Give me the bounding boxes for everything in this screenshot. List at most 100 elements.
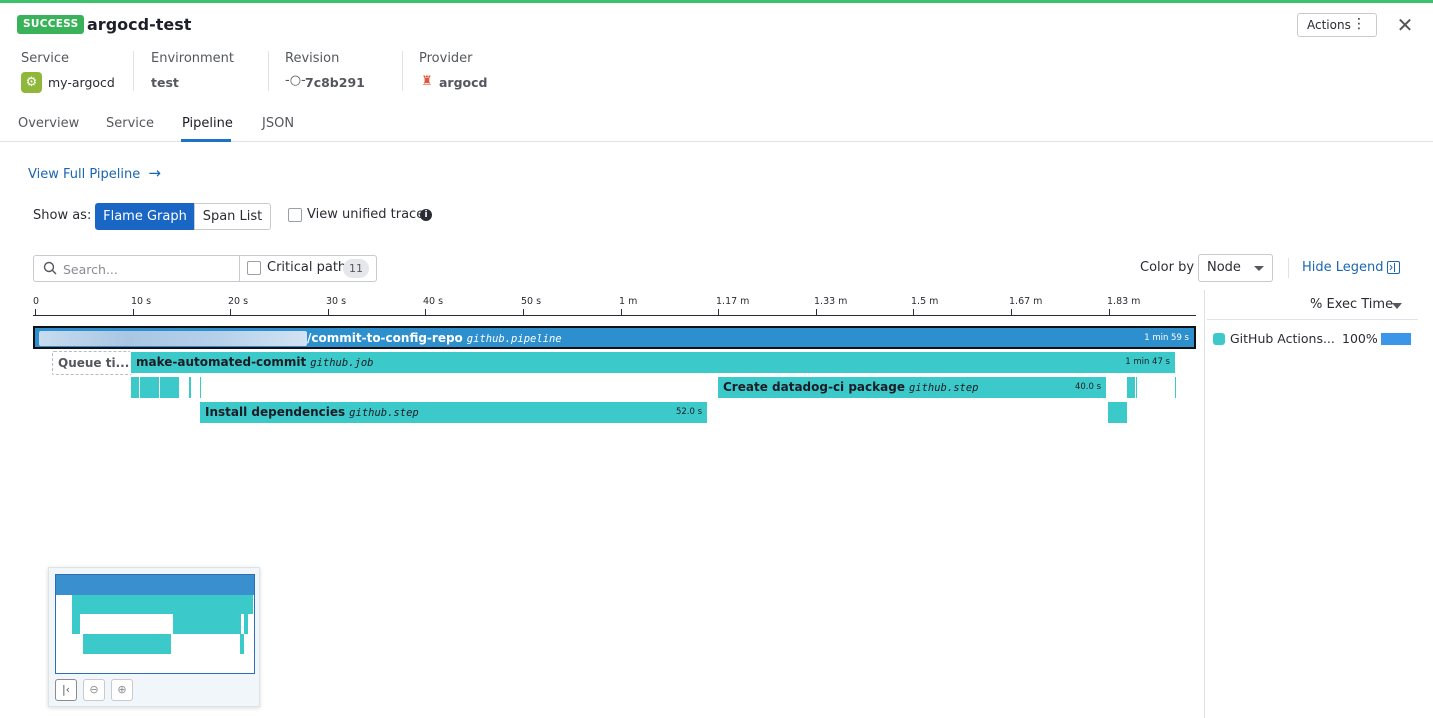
- tab-overview[interactable]: Overview: [18, 116, 79, 131]
- legend-item-percent: 100%: [1342, 331, 1378, 346]
- info-icon[interactable]: i: [420, 209, 432, 221]
- collapse-panel-icon[interactable]: [1387, 261, 1400, 274]
- span-step-small[interactable]: [1174, 376, 1177, 399]
- timeline-tick-label: 1.67 m: [1009, 296, 1043, 307]
- active-tab-indicator: [181, 139, 231, 142]
- timeline-tick: [621, 309, 622, 315]
- flame-graph-toggle[interactable]: Flame Graph: [95, 203, 195, 230]
- span-kind: github.step: [349, 407, 419, 419]
- minimap-step-span: [83, 634, 171, 654]
- timeline-tick: [133, 309, 134, 315]
- critical-path-checkbox[interactable]: [247, 261, 261, 275]
- timeline-tick-label: 1.83 m: [1107, 296, 1141, 307]
- span-create-package[interactable]: Create datadog-ci package github.step 40.…: [717, 376, 1107, 399]
- span-kind: github.pipeline: [466, 333, 562, 345]
- span-step-small[interactable]: [188, 376, 192, 399]
- tab-service[interactable]: Service: [106, 116, 154, 131]
- actions-label: Actions: [1307, 18, 1351, 32]
- hide-legend-link[interactable]: Hide Legend: [1302, 260, 1384, 275]
- span-duration: 1 min 47 s: [1125, 357, 1170, 367]
- minimap-viewport[interactable]: [55, 574, 255, 674]
- timeline-tick: [230, 309, 231, 315]
- span-duration: 52.0 s: [675, 407, 702, 417]
- toolbar-divider: [1288, 258, 1289, 278]
- zoom-in-icon[interactable]: ⊕: [111, 679, 133, 701]
- argocd-icon: ♜: [421, 74, 433, 89]
- span-list-toggle[interactable]: Span List: [194, 203, 271, 230]
- redacted-text: [39, 331, 307, 346]
- legend-sort-header[interactable]: % Exec Time: [1310, 297, 1393, 312]
- search-icon: [43, 261, 57, 275]
- critical-path-label: Critical path: [267, 260, 347, 275]
- span-kind: github.step: [908, 382, 979, 394]
- actions-button[interactable]: Actions ⋮: [1297, 13, 1377, 37]
- timeline-tick: [816, 309, 817, 315]
- span-step-small[interactable]: [139, 376, 160, 399]
- tab-json[interactable]: JSON: [262, 116, 294, 131]
- span-install-dependencies[interactable]: Install dependencies github.step 52.0 s: [199, 401, 708, 424]
- timeline-tick-label: 1 m: [619, 296, 638, 307]
- timeline-tick-label: 20 s: [228, 296, 249, 307]
- span-root[interactable]: /commit-to-config-repo github.pipeline 1 …: [33, 326, 1196, 349]
- timeline-tick-label: 1.33 m: [814, 296, 848, 307]
- timeline-tick-label: 30 s: [326, 296, 347, 307]
- timeline-tick: [913, 309, 914, 315]
- meta-divider: [133, 51, 134, 91]
- timeline-tick: [425, 309, 426, 315]
- timeline-tick: [1011, 309, 1012, 315]
- timeline-tick: [718, 309, 719, 315]
- meta-divider: [268, 51, 269, 91]
- legend-item-name[interactable]: GitHub Actions...: [1230, 331, 1335, 346]
- minimap-step-span: [72, 614, 80, 634]
- timeline-tick-label: 40 s: [423, 296, 444, 307]
- zoom-out-icon[interactable]: ⊖: [83, 679, 105, 701]
- span-duration: 40.0 s: [1074, 382, 1101, 392]
- arrow-right-icon: →: [148, 164, 161, 182]
- search-input[interactable]: [63, 260, 233, 278]
- close-icon[interactable]: ✕: [1396, 14, 1414, 36]
- tab-bar: Overview Service Pipeline JSON: [0, 108, 1433, 142]
- legend-divider: [1207, 319, 1418, 320]
- view-full-pipeline-link[interactable]: View Full Pipeline →: [28, 164, 161, 184]
- provider-label: Provider: [419, 51, 473, 66]
- environment-value: test: [151, 75, 179, 90]
- tab-pipeline[interactable]: Pipeline: [182, 116, 233, 131]
- minimap-job-span: [72, 595, 253, 614]
- span-duration: 1 min 59 s: [1144, 333, 1189, 343]
- more-vertical-icon: ⋮: [1352, 16, 1366, 32]
- span-step-small[interactable]: [1135, 376, 1138, 399]
- provider-value: argocd: [439, 75, 488, 90]
- minimap-root-span: [56, 575, 254, 595]
- search-box: [33, 255, 240, 282]
- span-name: Install dependencies: [205, 405, 346, 419]
- timeline-tick: [1109, 309, 1110, 315]
- environment-label: Environment: [151, 51, 235, 66]
- timeline-tick-label: 10 s: [131, 296, 152, 307]
- show-as-label: Show as:: [33, 208, 92, 223]
- status-stripe: [0, 0, 1433, 3]
- minimap: |‹ ⊖ ⊕: [48, 567, 260, 707]
- span-job[interactable]: make-automated-commit github.job 1 min 47…: [130, 351, 1176, 374]
- span-step-small[interactable]: [1107, 401, 1128, 424]
- minimap-step-span: [173, 614, 241, 634]
- revision-value[interactable]: 7c8b291: [305, 74, 365, 92]
- legend-swatch: [1213, 333, 1225, 345]
- color-by-select[interactable]: Node: [1198, 254, 1273, 282]
- fit-view-icon[interactable]: |‹: [55, 679, 77, 701]
- sort-down-icon[interactable]: [1392, 303, 1402, 309]
- color-by-label: Color by: [1140, 260, 1195, 275]
- service-value[interactable]: my-argocd: [48, 74, 115, 92]
- critical-path-count: 11: [343, 259, 369, 278]
- view-full-pipeline-label: View Full Pipeline: [28, 167, 141, 182]
- span-kind: github.job: [310, 357, 374, 369]
- timeline-tick-label: 1.17 m: [716, 296, 750, 307]
- page-title: argocd-test: [87, 15, 192, 34]
- color-by-value: Node: [1207, 260, 1241, 275]
- span-step-small[interactable]: [159, 376, 180, 399]
- timeline-tick-label: 1.5 m: [911, 296, 939, 307]
- span-queue-time[interactable]: Queue ti...: [52, 351, 132, 375]
- span-step-small[interactable]: [199, 376, 202, 399]
- unified-trace-checkbox[interactable]: [288, 208, 302, 222]
- legend-item-bar: [1381, 333, 1411, 345]
- timeline-tick: [523, 309, 524, 315]
